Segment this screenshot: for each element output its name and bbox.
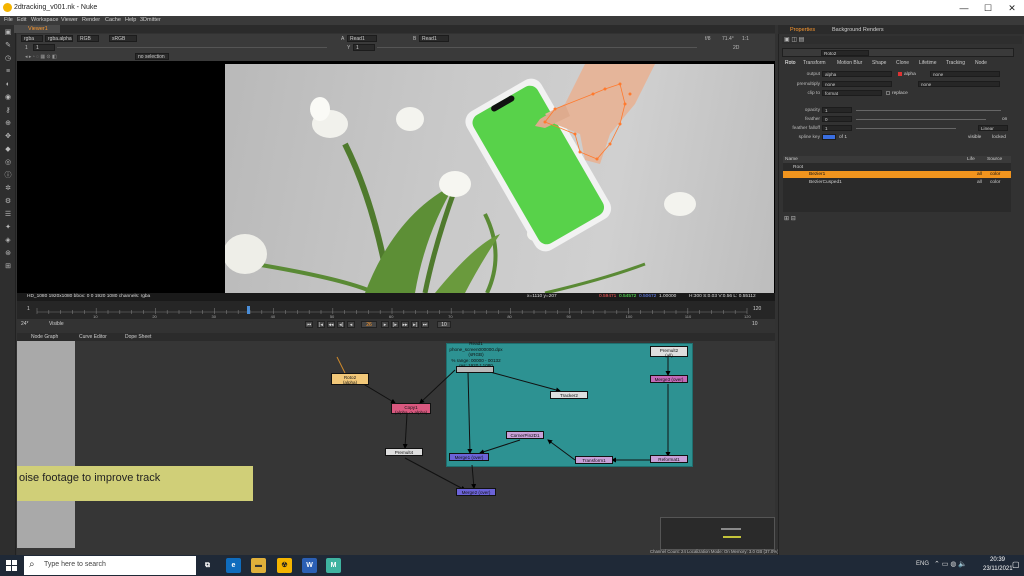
node-read1-text: Read1 phone_screen000000.dpx (sRGB) % ra… [438, 341, 514, 369]
output-label: output [806, 72, 820, 77]
minimap-node [721, 528, 741, 530]
spline-key-field[interactable] [822, 134, 836, 140]
spline-key-of: of 1 [839, 135, 848, 140]
visible-label[interactable]: visible [968, 135, 981, 140]
tab-background-renders[interactable]: Background Renders [832, 27, 884, 33]
node-premult2-sub: (all) [665, 353, 673, 358]
feather-slider[interactable] [856, 119, 986, 120]
feather-on-label[interactable]: on [1002, 117, 1007, 122]
word-icon[interactable]: W [302, 558, 317, 573]
premultiply-select[interactable]: none [822, 81, 892, 87]
subtab-node[interactable]: Node [975, 60, 987, 66]
table-row-selected[interactable]: Bezier1 all color [783, 171, 1011, 178]
replace-label: replace [892, 91, 908, 96]
properties-toolbar: ▣ ◫ ▤ [782, 36, 1022, 44]
properties-tool-icons[interactable]: ▣ ◫ ▤ [784, 36, 804, 43]
taskbar-search-box[interactable]: ⌕ Type here to search [24, 556, 196, 575]
falloff-type-select[interactable]: Linear [978, 125, 1008, 131]
node-tracker2[interactable]: Tracker2 [550, 391, 588, 399]
table-row[interactable]: Root [783, 164, 1011, 171]
opacity-slider[interactable] [856, 110, 1001, 111]
table-row[interactable]: BezierCusped1 all color [783, 179, 1011, 186]
alpha-swatch [898, 72, 902, 76]
node-merge1[interactable]: Merge1 (over) [449, 453, 489, 461]
feather-falloff-label: feather falloff [792, 126, 820, 131]
row-life: all [977, 180, 982, 185]
subtab-roto[interactable]: Roto [785, 60, 796, 66]
col-life: Life [967, 157, 975, 162]
node-cornerpin2d1[interactable]: CornerPin2D1 [506, 431, 544, 439]
clip-to-select[interactable]: format [822, 90, 882, 96]
opacity-label: opacity [804, 108, 820, 113]
node-merge2[interactable]: Merge2 (over) [456, 488, 496, 496]
node-premult4[interactable]: Premult4 [385, 448, 423, 456]
clock-date: 23/11/2021 [983, 566, 1013, 572]
row-life: all [977, 172, 982, 177]
locked-label[interactable]: locked [992, 135, 1006, 140]
row-name: BezierCusped1 [809, 180, 842, 185]
node-copy1-sub: (alpha -> alpha) [394, 410, 428, 415]
replace-checkbox[interactable] [886, 91, 890, 95]
task-view-icon[interactable]: ⧉ [200, 558, 215, 573]
windows-taskbar: ⌕ Type here to search ⧉ e ▬ ☢ W M ENG ⌃ … [0, 555, 1024, 576]
node-reformat1[interactable]: Reformat1 [650, 455, 688, 463]
output-select[interactable]: alpha [822, 71, 892, 77]
nuke-taskbar-icon[interactable]: ☢ [277, 558, 292, 573]
node-name-field[interactable]: Roto2 [821, 50, 869, 56]
add-remove-icons[interactable]: ⊞ ⊟ [784, 215, 796, 222]
clock-time: 20:39 [990, 557, 1006, 563]
col-source: Source [987, 157, 1003, 162]
alpha-select[interactable]: none [930, 71, 1000, 77]
edge-icon[interactable]: e [226, 558, 241, 573]
premultiply-select2[interactable]: none [918, 81, 1000, 87]
node-graph-minimap[interactable] [660, 517, 775, 550]
app-m-icon[interactable]: M [326, 558, 341, 573]
minimap-node [723, 536, 741, 538]
tray-icons[interactable]: ⌃ ▭ ◍ 🔈 [934, 560, 967, 568]
tab-properties[interactable]: Properties [790, 27, 815, 33]
subtab-clone[interactable]: Clone [896, 60, 909, 66]
notification-icon[interactable]: ▢ [1012, 560, 1020, 569]
alpha-label: alpha [904, 72, 916, 77]
subtab-tracking[interactable]: Tracking [946, 60, 965, 66]
subtab-motion-blur[interactable]: Motion Blur [837, 60, 862, 66]
language-indicator[interactable]: ENG [916, 561, 929, 567]
row-source: color [990, 180, 1001, 185]
node-premult2[interactable]: Premult2 (all) [650, 346, 688, 358]
taskbar-search-placeholder: Type here to search [44, 561, 106, 568]
subtab-lifetime[interactable]: Lifetime [919, 60, 937, 66]
row-name: Root [793, 165, 804, 170]
file-explorer-icon[interactable]: ▬ [251, 558, 266, 573]
node-transform1[interactable]: Transform1 [575, 456, 613, 464]
feather-field[interactable]: 0 [822, 116, 852, 122]
spline-key-label: spline key [798, 135, 820, 140]
node-roto2[interactable]: Roto2 (alpha) [331, 373, 369, 385]
premultiply-label: premultiply [796, 82, 820, 87]
search-icon: ⌕ [29, 559, 35, 570]
node-copy1[interactable]: Copy1 (alpha -> alpha) [391, 403, 431, 415]
feather-label: feather [805, 117, 820, 122]
windows-start-icon[interactable] [6, 560, 17, 571]
subtab-shape[interactable]: Shape [872, 60, 886, 66]
row-source: color [990, 172, 1001, 177]
node-read1-res: res: 1920 * 1080 [459, 363, 493, 368]
node-header: Roto2 [782, 48, 1014, 57]
col-name: Name [785, 157, 798, 162]
opacity-field[interactable]: 1 [822, 107, 852, 113]
curves-table-header: Name Life Source [783, 156, 1011, 163]
node-roto2-sub: (alpha) [342, 380, 358, 385]
properties-tabbar: Properties Background Renders [778, 25, 1024, 34]
feather-falloff-slider[interactable] [856, 128, 956, 129]
clip-to-label: clip to [807, 91, 820, 96]
properties-panel [778, 25, 1024, 555]
subtab-transform[interactable]: Transform [803, 60, 826, 66]
feather-falloff-field[interactable]: 1 [822, 125, 852, 131]
node-merge-top[interactable]: Merge3 (over) [650, 375, 688, 383]
row-name: Bezier1 [809, 172, 826, 177]
